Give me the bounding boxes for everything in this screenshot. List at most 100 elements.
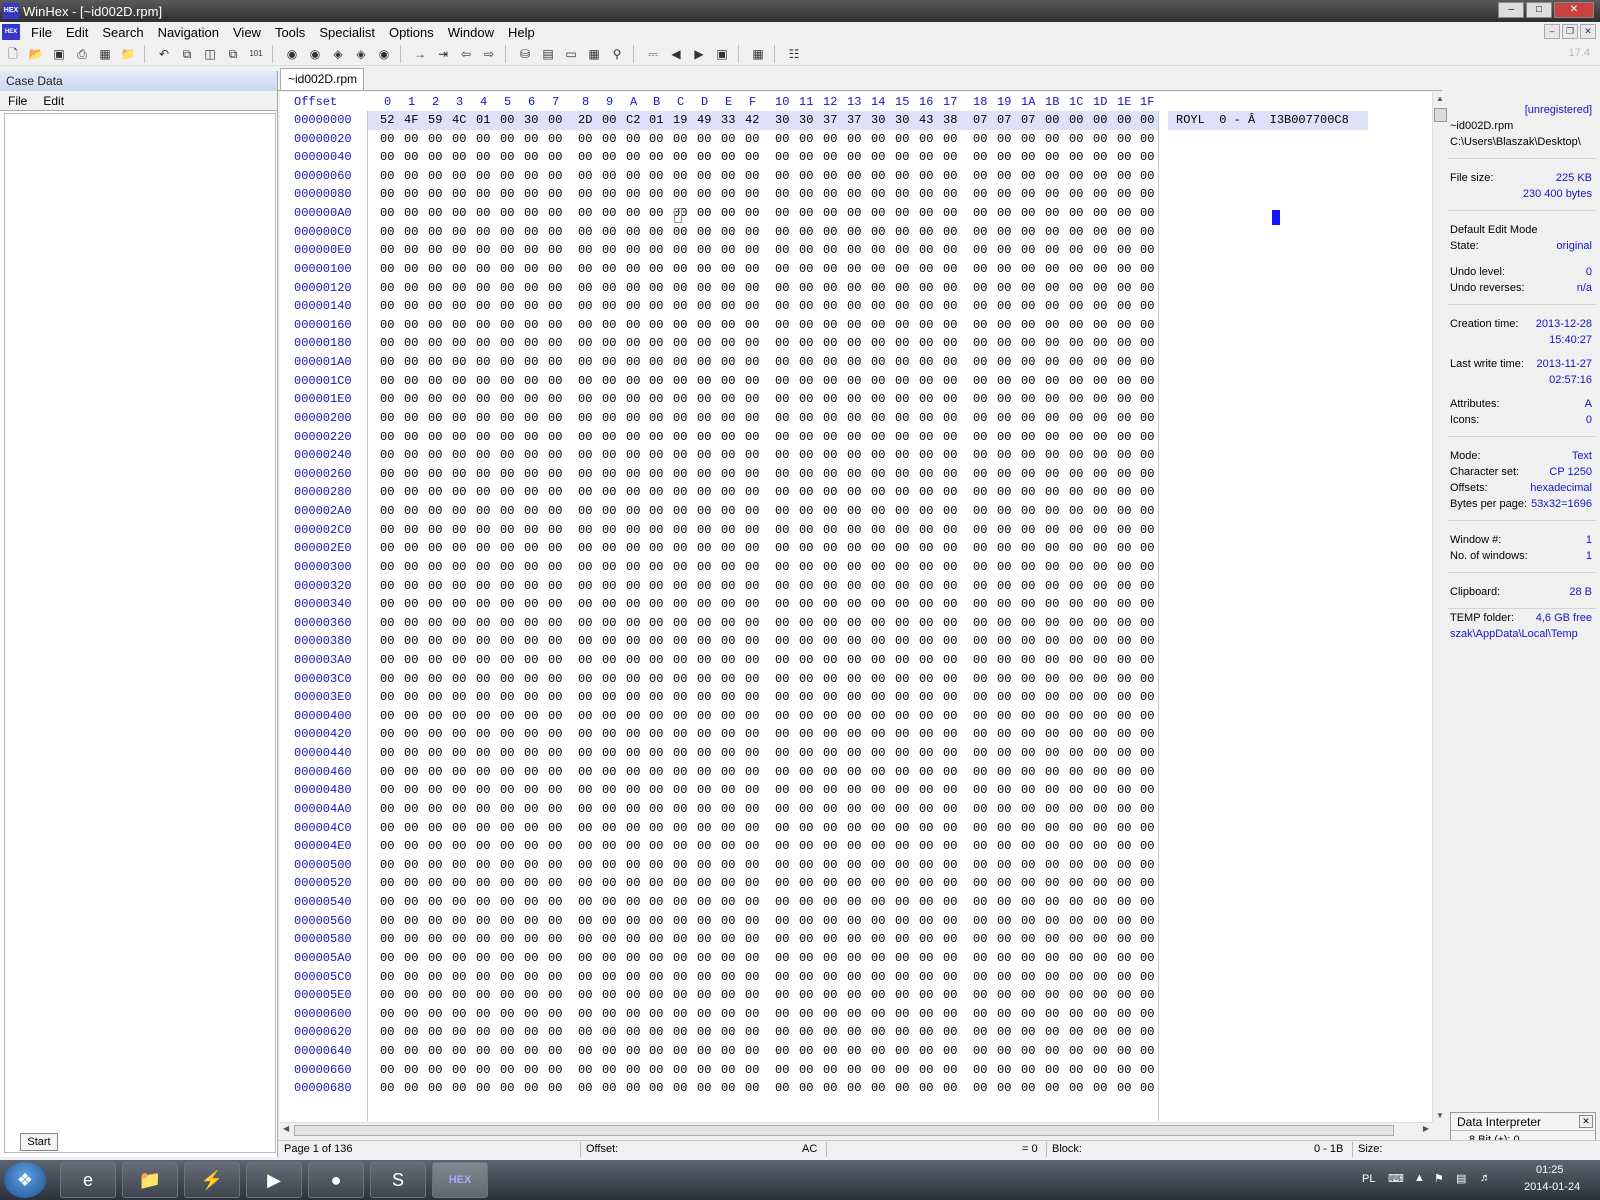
hex-byte[interactable]: 00 <box>380 560 394 574</box>
hex-byte[interactable]: 00 <box>578 765 592 779</box>
hex-byte[interactable]: 00 <box>380 839 394 853</box>
hex-byte[interactable]: 00 <box>500 839 514 853</box>
hex-byte[interactable]: 00 <box>973 746 987 760</box>
hex-byte[interactable]: 00 <box>919 318 933 332</box>
hex-byte[interactable]: 00 <box>1117 132 1131 146</box>
save-icon[interactable]: ▣ <box>49 45 69 63</box>
hex-byte[interactable]: 00 <box>775 970 789 984</box>
hex-byte[interactable]: 00 <box>1117 746 1131 760</box>
hex-byte[interactable]: 00 <box>697 560 711 574</box>
hex-byte[interactable]: 00 <box>1045 765 1059 779</box>
hex-byte[interactable]: 00 <box>649 951 663 965</box>
hex-byte[interactable]: 00 <box>973 225 987 239</box>
hex-byte[interactable]: 00 <box>997 355 1011 369</box>
hex-byte[interactable]: 00 <box>1117 206 1131 220</box>
hex-byte[interactable]: 00 <box>500 355 514 369</box>
hex-byte[interactable]: 00 <box>1021 336 1035 350</box>
hex-byte[interactable]: 00 <box>524 914 538 928</box>
prev-icon[interactable]: ◀ <box>666 45 686 63</box>
hex-byte[interactable]: 00 <box>578 281 592 295</box>
hex-byte[interactable]: 00 <box>404 727 418 741</box>
hex-byte[interactable]: 00 <box>1069 634 1083 648</box>
hex-byte[interactable]: 00 <box>919 262 933 276</box>
hex-byte[interactable]: 00 <box>799 765 813 779</box>
hex-byte[interactable]: 00 <box>1117 634 1131 648</box>
hex-byte[interactable]: 00 <box>380 262 394 276</box>
hex-byte[interactable]: 00 <box>799 206 813 220</box>
hex-byte[interactable]: 00 <box>847 821 861 835</box>
hex-row[interactable]: 00000640 00 00 00 00 00 00 00 00 00 00 00 00 00 00 00 00… <box>280 1042 1432 1061</box>
hex-byte[interactable]: 00 <box>943 243 957 257</box>
hex-byte[interactable]: 00 <box>578 597 592 611</box>
hex-byte[interactable]: 00 <box>1117 243 1131 257</box>
hex-byte[interactable]: 00 <box>548 616 562 630</box>
hex-byte[interactable]: 00 <box>548 895 562 909</box>
hex-row[interactable]: 000003A0 00 00 00 00 00 00 00 00 00 00 00 00 00 00 00 00… <box>280 651 1432 670</box>
hex-byte[interactable]: 00 <box>1117 727 1131 741</box>
hex-byte[interactable]: 00 <box>799 988 813 1002</box>
hex-byte[interactable]: 00 <box>626 932 640 946</box>
hex-byte[interactable]: 00 <box>697 448 711 462</box>
menu-options[interactable]: Options <box>382 25 441 40</box>
hex-byte[interactable]: 00 <box>404 1063 418 1077</box>
hex-byte[interactable]: 00 <box>452 821 466 835</box>
hex-byte[interactable]: 00 <box>578 169 592 183</box>
hex-row[interactable]: 00000000 52 4F 59 4C 01 00 30 00 2D 00 C2 01 19 49 33 42… <box>280 111 1432 130</box>
hex-byte[interactable]: 00 <box>673 225 687 239</box>
hex-byte[interactable]: 00 <box>823 187 837 201</box>
hex-byte[interactable]: 00 <box>973 374 987 388</box>
hex-byte[interactable]: 00 <box>649 579 663 593</box>
hex-byte[interactable]: 00 <box>1069 690 1083 704</box>
hex-byte[interactable]: 00 <box>380 1063 394 1077</box>
hex-byte[interactable]: 00 <box>524 690 538 704</box>
hex-byte[interactable]: 00 <box>602 876 616 890</box>
hex-byte[interactable]: 00 <box>452 783 466 797</box>
undo-icon[interactable]: ↶ <box>154 45 174 63</box>
hex-byte[interactable]: 00 <box>1069 616 1083 630</box>
hex-byte[interactable]: 00 <box>775 430 789 444</box>
hex-byte[interactable]: 00 <box>799 597 813 611</box>
hex-byte[interactable]: 00 <box>524 839 538 853</box>
hex-byte[interactable]: 00 <box>775 355 789 369</box>
hex-byte[interactable]: 00 <box>428 150 442 164</box>
hex-byte[interactable]: 00 <box>1021 1025 1035 1039</box>
hex-byte[interactable]: 00 <box>626 411 640 425</box>
hex-byte[interactable]: 00 <box>476 206 490 220</box>
hex-byte[interactable]: 00 <box>1093 467 1107 481</box>
hex-byte[interactable]: 00 <box>404 1025 418 1039</box>
hex-byte[interactable]: 00 <box>1045 187 1059 201</box>
hex-byte[interactable]: 00 <box>847 243 861 257</box>
hex-byte[interactable]: 00 <box>1140 895 1154 909</box>
hex-byte[interactable]: 00 <box>997 616 1011 630</box>
hex-byte[interactable]: 00 <box>673 690 687 704</box>
hex-byte[interactable]: 00 <box>847 336 861 350</box>
hex-byte[interactable]: 00 <box>697 150 711 164</box>
hex-byte[interactable]: 00 <box>649 672 663 686</box>
hex-byte[interactable]: 00 <box>745 150 759 164</box>
hex-byte[interactable]: 00 <box>823 448 837 462</box>
hex-byte[interactable]: 00 <box>673 653 687 667</box>
hex-byte[interactable]: 00 <box>847 932 861 946</box>
hex-byte[interactable]: 00 <box>452 299 466 313</box>
hex-byte[interactable]: 00 <box>626 765 640 779</box>
hex-byte[interactable]: 00 <box>1140 839 1154 853</box>
hex-row[interactable]: 000005A0 00 00 00 00 00 00 00 00 00 00 00 00 00 00 00 00… <box>280 949 1432 968</box>
hex-byte[interactable]: 00 <box>823 243 837 257</box>
hex-byte[interactable]: 00 <box>1021 430 1035 444</box>
hex-byte[interactable]: 00 <box>1117 1025 1131 1039</box>
hex-byte[interactable]: 00 <box>1093 634 1107 648</box>
hex-byte[interactable]: 00 <box>847 895 861 909</box>
hex-byte[interactable]: 00 <box>745 895 759 909</box>
hex-byte[interactable]: 00 <box>745 243 759 257</box>
hex-byte[interactable]: 00 <box>697 597 711 611</box>
hex-byte[interactable]: 00 <box>1093 616 1107 630</box>
hex-byte[interactable]: 00 <box>943 1007 957 1021</box>
hex-byte[interactable]: 00 <box>697 504 711 518</box>
hex-byte[interactable]: 00 <box>997 318 1011 332</box>
hex-byte[interactable]: 00 <box>1069 411 1083 425</box>
hex-byte[interactable]: 00 <box>548 355 562 369</box>
hex-byte[interactable]: 00 <box>919 299 933 313</box>
hex-byte[interactable]: 00 <box>404 579 418 593</box>
hex-row[interactable]: 000005E0 00 00 00 00 00 00 00 00 00 00 00 00 00 00 00 00… <box>280 986 1432 1005</box>
hex-byte[interactable]: 00 <box>626 821 640 835</box>
